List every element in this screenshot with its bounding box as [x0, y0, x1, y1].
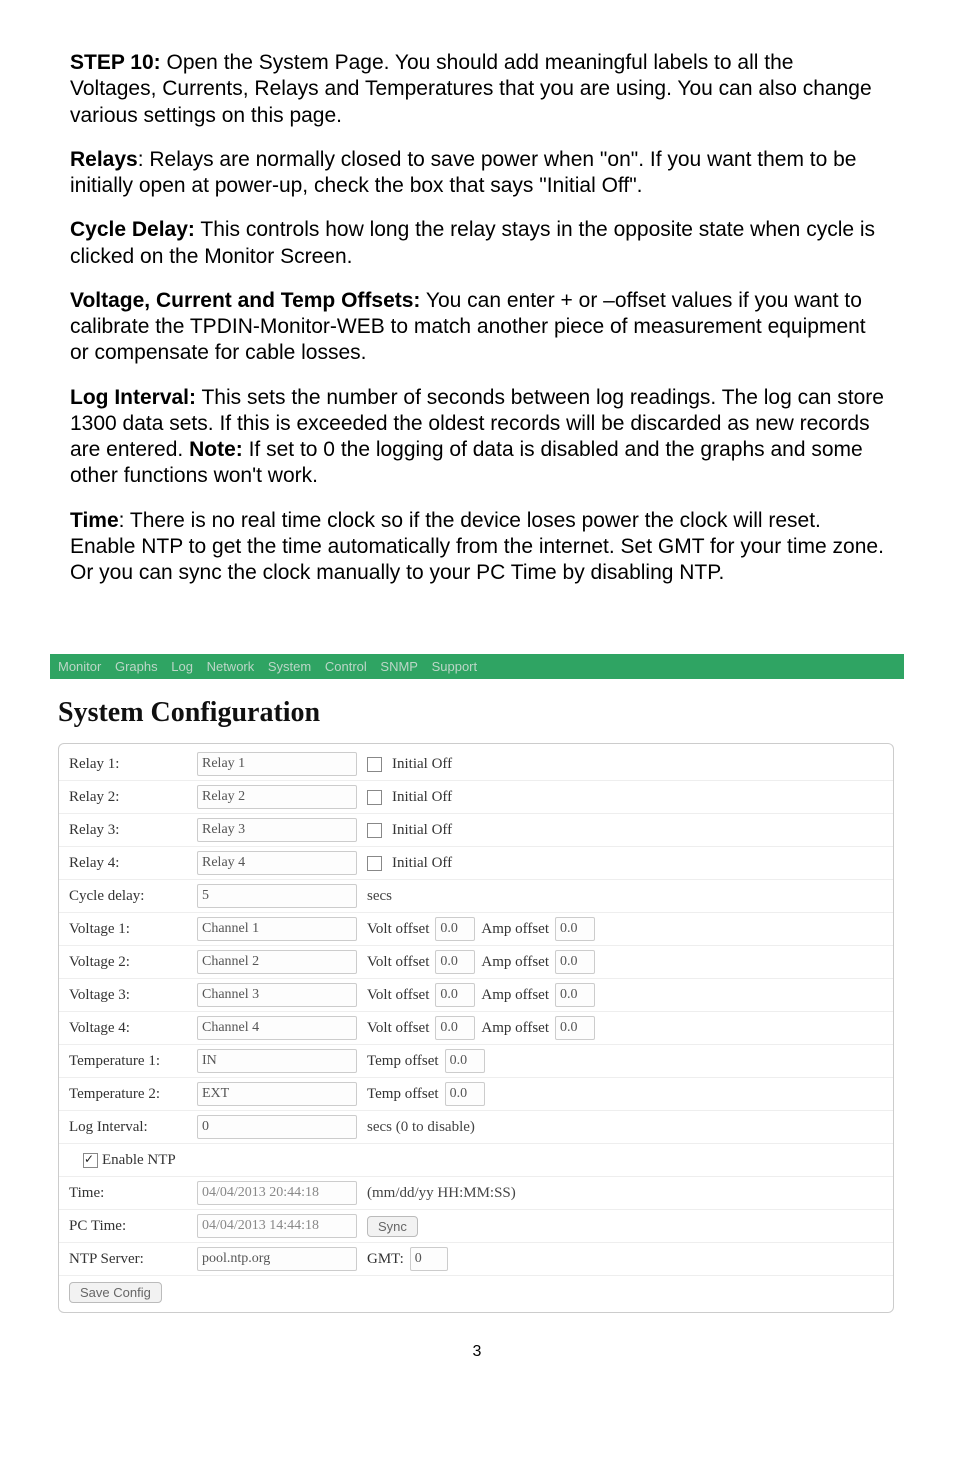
enable-ntp-checkbox[interactable] [83, 1153, 98, 1168]
step10-paragraph: STEP 10: Open the System Page. You shoul… [70, 50, 884, 129]
voltage2-input[interactable] [197, 950, 357, 974]
relay2-initialoff-checkbox[interactable] [367, 790, 382, 805]
time-body: : There is no real time clock so if the … [70, 509, 884, 585]
relays-label: Relays [70, 148, 138, 171]
volt-offset-label-1: Volt offset [367, 921, 429, 938]
temp1-label: Temperature 1: [69, 1053, 197, 1070]
save-config-button[interactable]: Save Config [69, 1282, 162, 1303]
offsets-paragraph: Voltage, Current and Temp Offsets: You c… [70, 288, 884, 367]
voltage1-input[interactable] [197, 917, 357, 941]
nav-support[interactable]: Support [432, 659, 478, 674]
step10-label: STEP 10: [70, 51, 161, 74]
relay4-initialoff-checkbox[interactable] [367, 856, 382, 871]
time-paragraph: Time: There is no real time clock so if … [70, 508, 884, 587]
volt-offset-label-3: Volt offset [367, 987, 429, 1004]
temp-offset-label-2: Temp offset [367, 1086, 439, 1103]
relay3-input[interactable] [197, 818, 357, 842]
ntpserver-input[interactable] [197, 1247, 357, 1271]
relays-paragraph: Relays: Relays are normally closed to sa… [70, 147, 884, 200]
nav-control[interactable]: Control [325, 659, 367, 674]
cycledelay-label: Cycle delay: [69, 888, 197, 905]
cycle-label: Cycle Delay: [70, 218, 195, 241]
relay2-initialoff-label: Initial Off [392, 789, 452, 806]
nav-graphs[interactable]: Graphs [115, 659, 158, 674]
relay3-label: Relay 3: [69, 822, 197, 839]
relay2-input[interactable] [197, 785, 357, 809]
voltage3-label: Voltage 3: [69, 987, 197, 1004]
temp1-input[interactable] [197, 1049, 357, 1073]
volt-offset-input-4[interactable] [435, 1016, 475, 1040]
amp-offset-label-3: Amp offset [481, 987, 549, 1004]
amp-offset-input-4[interactable] [555, 1016, 595, 1040]
nav-log[interactable]: Log [171, 659, 193, 674]
loginterval-unit: secs (0 to disable) [367, 1119, 475, 1136]
voltage3-input[interactable] [197, 983, 357, 1007]
amp-offset-input-2[interactable] [555, 950, 595, 974]
volt-offset-input-1[interactable] [435, 917, 475, 941]
temp-offset-input-2[interactable] [445, 1082, 485, 1106]
amp-offset-label-1: Amp offset [481, 921, 549, 938]
cycledelay-unit: secs [367, 888, 392, 905]
offsets-label: Voltage, Current and Temp Offsets: [70, 289, 420, 312]
relay1-initialoff-checkbox[interactable] [367, 757, 382, 772]
logint-label: Log Interval: [70, 386, 196, 409]
relay4-initialoff-label: Initial Off [392, 855, 452, 872]
logint-note: Note: [189, 438, 243, 461]
volt-offset-label-2: Volt offset [367, 954, 429, 971]
amp-offset-label-2: Amp offset [481, 954, 549, 971]
sync-button[interactable]: Sync [367, 1216, 418, 1237]
pctime-input[interactable] [197, 1214, 357, 1238]
volt-offset-label-4: Volt offset [367, 1020, 429, 1037]
logint-paragraph: Log Interval: This sets the number of se… [70, 385, 884, 490]
voltage2-label: Voltage 2: [69, 954, 197, 971]
relay3-initialoff-label: Initial Off [392, 822, 452, 839]
nav-system[interactable]: System [268, 659, 311, 674]
pctime-label: PC Time: [69, 1218, 197, 1235]
page-number: 3 [0, 1343, 954, 1391]
gmt-label: GMT: [367, 1251, 404, 1268]
nav-network[interactable]: Network [207, 659, 255, 674]
temp-offset-input-1[interactable] [445, 1049, 485, 1073]
nav-snmp[interactable]: SNMP [380, 659, 418, 674]
amp-offset-input-1[interactable] [555, 917, 595, 941]
loginterval-label: Log Interval: [69, 1119, 197, 1136]
gmt-input[interactable] [410, 1247, 448, 1271]
temp-offset-label-1: Temp offset [367, 1053, 439, 1070]
relay4-input[interactable] [197, 851, 357, 875]
voltage1-label: Voltage 1: [69, 921, 197, 938]
loginterval-input[interactable] [197, 1115, 357, 1139]
voltage4-input[interactable] [197, 1016, 357, 1040]
relays-body: : Relays are normally closed to save pow… [70, 148, 857, 197]
volt-offset-input-2[interactable] [435, 950, 475, 974]
relay1-label: Relay 1: [69, 756, 197, 773]
temp2-label: Temperature 2: [69, 1086, 197, 1103]
relay4-label: Relay 4: [69, 855, 197, 872]
page-title: System Configuration [58, 697, 904, 729]
relay3-initialoff-checkbox[interactable] [367, 823, 382, 838]
time-input[interactable] [197, 1181, 357, 1205]
nav-monitor[interactable]: Monitor [58, 659, 101, 674]
ntpserver-label: NTP Server: [69, 1251, 197, 1268]
temp2-input[interactable] [197, 1082, 357, 1106]
app-screenshot: Monitor Graphs Log Network System Contro… [50, 654, 904, 1313]
cycle-paragraph: Cycle Delay: This controls how long the … [70, 217, 884, 270]
amp-offset-label-4: Amp offset [481, 1020, 549, 1037]
cycledelay-input[interactable] [197, 884, 357, 908]
enable-ntp-label: Enable NTP [102, 1152, 176, 1169]
time-format-label: (mm/dd/yy HH:MM:SS) [367, 1185, 516, 1202]
nav-bar: Monitor Graphs Log Network System Contro… [50, 654, 904, 679]
config-table: Relay 1: Initial Off Relay 2: Initial Of… [58, 743, 894, 1313]
relay2-label: Relay 2: [69, 789, 197, 806]
amp-offset-input-3[interactable] [555, 983, 595, 1007]
relay1-initialoff-label: Initial Off [392, 756, 452, 773]
time-label: Time: [69, 1185, 197, 1202]
volt-offset-input-3[interactable] [435, 983, 475, 1007]
voltage4-label: Voltage 4: [69, 1020, 197, 1037]
step10-body: Open the System Page. You should add mea… [70, 51, 872, 127]
relay1-input[interactable] [197, 752, 357, 776]
time-label: Time [70, 509, 119, 532]
